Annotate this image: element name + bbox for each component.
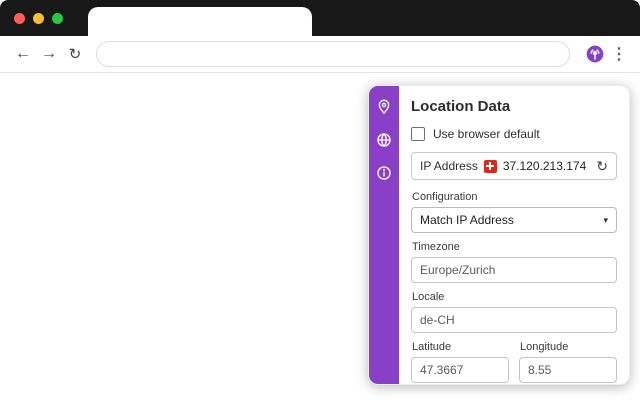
use-browser-default-label: Use browser default — [433, 127, 540, 141]
forward-button[interactable]: → — [36, 41, 62, 67]
extension-button[interactable] — [582, 41, 608, 67]
traffic-lights — [14, 13, 63, 24]
refresh-ip-button[interactable]: ↻ — [596, 159, 608, 173]
configuration-selected-value: Match IP Address — [420, 213, 514, 227]
browser-tab[interactable] — [88, 7, 312, 36]
latitude-input[interactable] — [411, 357, 509, 383]
location-pin-icon — [378, 99, 390, 114]
locale-label: Locale — [412, 291, 445, 303]
globe-icon — [377, 133, 391, 147]
lat-long-row: Latitude Longitude — [411, 341, 617, 384]
back-icon: ← — [15, 45, 31, 62]
swiss-flag-icon — [483, 159, 497, 173]
close-window-button[interactable] — [14, 13, 25, 24]
info-icon — [377, 166, 391, 180]
browser-menu-button[interactable]: ⋮ — [608, 41, 630, 67]
sidebar-tab-globe[interactable] — [373, 129, 395, 151]
maximize-window-button[interactable] — [52, 13, 63, 24]
reload-icon: ↻ — [68, 46, 82, 63]
ip-address-value: 37.120.213.174 — [502, 159, 587, 173]
sidebar-tab-info[interactable] — [373, 162, 395, 184]
popup-sidebar — [369, 86, 399, 384]
ip-address-label: IP Address — [420, 159, 478, 173]
titlebar — [0, 0, 640, 36]
browser-toolbar: ← → ↻ ⋮ — [0, 36, 640, 73]
back-button[interactable]: ← — [10, 41, 36, 67]
longitude-label: Longitude — [520, 341, 569, 353]
timezone-input[interactable] — [411, 257, 617, 283]
locale-input[interactable] — [411, 307, 617, 333]
sidebar-tab-location[interactable] — [373, 96, 395, 118]
configuration-label: Configuration — [412, 191, 478, 203]
reload-button[interactable]: ↻ — [62, 41, 88, 67]
configuration-select[interactable]: Match IP Address ▾ — [411, 207, 617, 233]
refresh-icon: ↻ — [596, 158, 608, 174]
use-browser-default-checkbox[interactable] — [411, 127, 425, 141]
use-browser-default-row: Use browser default — [411, 127, 617, 141]
ip-address-box: IP Address 37.120.213.174 ↻ — [411, 152, 617, 180]
longitude-input[interactable] — [519, 357, 617, 383]
popup-title: Location Data — [411, 98, 511, 115]
forward-icon: → — [41, 45, 57, 62]
latitude-column: Latitude — [411, 341, 509, 384]
minimize-window-button[interactable] — [33, 13, 44, 24]
timezone-label: Timezone — [412, 241, 460, 253]
vytal-location-extension-icon — [586, 45, 604, 63]
longitude-column: Longitude — [519, 341, 617, 384]
popup-content: Location Data Use browser default IP Add… — [399, 86, 629, 384]
address-bar[interactable] — [96, 41, 570, 67]
kebab-menu-icon: ⋮ — [611, 46, 627, 63]
chevron-down-icon: ▾ — [603, 214, 608, 225]
extension-popup: Location Data Use browser default IP Add… — [368, 85, 630, 385]
latitude-label: Latitude — [412, 341, 452, 353]
